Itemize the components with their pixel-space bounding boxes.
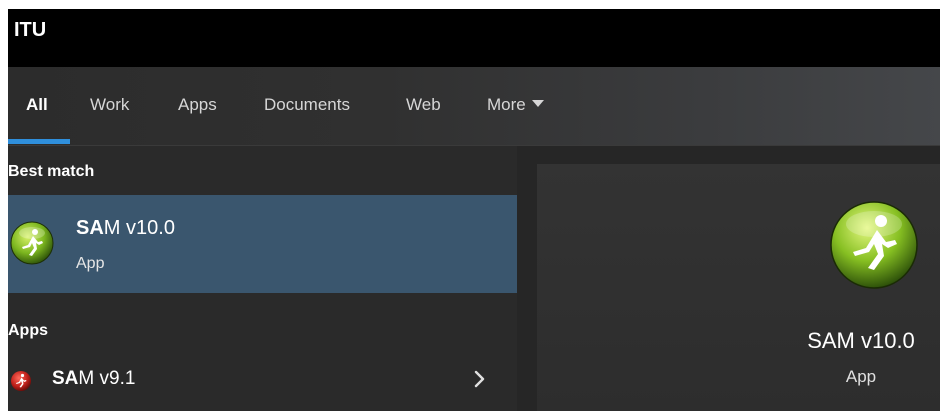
best-match-kind: App — [76, 255, 105, 272]
best-match-name-rest: M v10.0 — [103, 217, 175, 239]
best-match-name-highlight: SA — [76, 217, 104, 239]
preview-card: SAM v10.0 App — [537, 164, 940, 411]
preview-app-name: SAM v10.0 — [807, 328, 915, 353]
active-tab-indicator — [8, 139, 70, 144]
caret-down-icon — [531, 100, 544, 107]
window-title: ITU — [14, 19, 47, 41]
results-list: Best match SAM v10.0 App Apps SAM v9.1 — [8, 146, 517, 411]
app-result-item[interactable]: SAM v9.1 — [8, 356, 517, 406]
tab-more-label: More — [487, 95, 526, 114]
app-result-name-rest: M v9.1 — [78, 368, 136, 389]
red-runner-icon — [11, 371, 31, 391]
tab-documents[interactable]: Documents — [264, 95, 350, 115]
apps-heading: Apps — [8, 322, 48, 339]
best-match-heading: Best match — [8, 163, 95, 180]
tab-apps[interactable]: Apps — [178, 95, 217, 115]
preview-app-kind: App — [845, 367, 877, 386]
title-bar: ITU — [8, 9, 940, 67]
search-tabs: All Work Apps Documents Web More — [8, 67, 940, 146]
tab-more[interactable]: More — [487, 95, 544, 115]
green-runner-icon — [10, 221, 54, 265]
app-result-name-highlight: SA — [52, 368, 79, 389]
best-match-result[interactable]: SAM v10.0 App — [8, 195, 517, 293]
preview-pane: SAM v10.0 App — [517, 146, 940, 411]
tab-work[interactable]: Work — [90, 95, 129, 115]
tab-all[interactable]: All — [26, 95, 48, 115]
best-match-name: SAM v10.0 — [76, 217, 175, 240]
green-runner-icon — [830, 201, 918, 289]
chevron-right-icon[interactable] — [470, 366, 490, 392]
search-window: ITU All Work Apps Documents Web More Bes… — [8, 9, 940, 411]
app-result-name: SAM v9.1 — [52, 368, 135, 390]
tab-web[interactable]: Web — [406, 95, 441, 115]
